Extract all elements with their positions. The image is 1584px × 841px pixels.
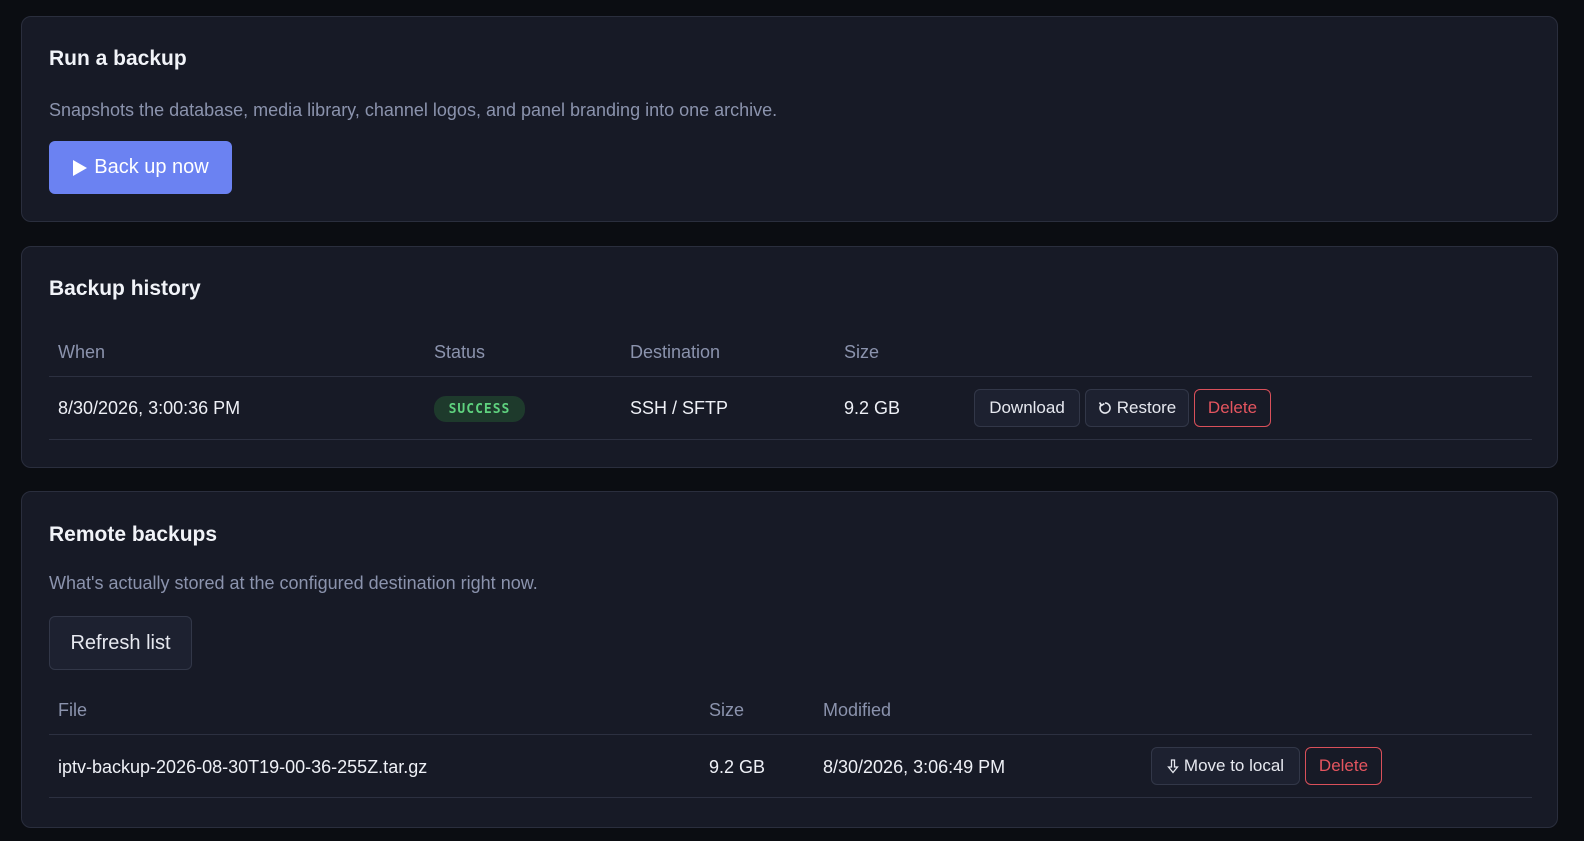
download-button[interactable]: Download <box>974 389 1080 427</box>
backup-history-card: Backup history When Status Destination S… <box>21 246 1558 468</box>
table-divider <box>49 797 1532 798</box>
restore-icon <box>1098 401 1112 415</box>
refresh-list-button[interactable]: Refresh list <box>49 616 192 670</box>
column-header-modified: Modified <box>823 700 892 720</box>
move-to-local-label: Move to local <box>1183 756 1285 775</box>
delete-remote-label: Delete <box>1318 756 1369 775</box>
status-badge: SUCCESS <box>434 396 525 422</box>
remote-file-modified: 8/30/2026, 3:06:49 PM <box>823 757 1006 777</box>
table-divider <box>49 439 1532 440</box>
download-arrow-icon <box>1167 758 1179 774</box>
run-backup-card: Run a backup Snapshots the database, med… <box>21 16 1558 222</box>
column-header-status: Status <box>434 342 486 362</box>
move-to-local-button[interactable]: Move to local <box>1151 747 1300 785</box>
run-backup-title: Run a backup <box>49 47 187 70</box>
restore-button[interactable]: Restore <box>1085 389 1189 427</box>
remote-file-size: 9.2 GB <box>709 757 766 777</box>
column-header-file: File <box>58 700 88 720</box>
column-header-destination: Destination <box>630 342 721 362</box>
delete-label: Delete <box>1207 398 1258 417</box>
play-icon <box>72 159 88 177</box>
back-up-now-button[interactable]: Back up now <box>49 141 232 194</box>
column-header-when: When <box>58 342 106 362</box>
run-backup-description: Snapshots the database, media library, c… <box>49 100 778 120</box>
remote-backups-title: Remote backups <box>49 523 218 546</box>
delete-button[interactable]: Delete <box>1194 389 1271 427</box>
backup-destination: SSH / SFTP <box>630 398 729 418</box>
refresh-list-label: Refresh list <box>70 631 171 654</box>
table-divider <box>49 734 1532 735</box>
column-header-size: Size <box>709 700 745 720</box>
backup-when: 8/30/2026, 3:00:36 PM <box>58 398 241 418</box>
delete-remote-button[interactable]: Delete <box>1305 747 1382 785</box>
backup-history-title: Backup history <box>49 277 201 300</box>
restore-label: Restore <box>1116 398 1177 417</box>
remote-backups-description: What's actually stored at the configured… <box>49 573 538 593</box>
backup-size: 9.2 GB <box>844 398 901 418</box>
download-label: Download <box>989 398 1065 417</box>
back-up-now-label: Back up now <box>94 156 209 178</box>
remote-backups-card: Remote backups What's actually stored at… <box>21 491 1558 828</box>
table-divider <box>49 376 1532 377</box>
remote-file-name: iptv-backup-2026-08-30T19-00-36-255Z.tar… <box>58 757 428 777</box>
column-header-size: Size <box>844 342 880 362</box>
